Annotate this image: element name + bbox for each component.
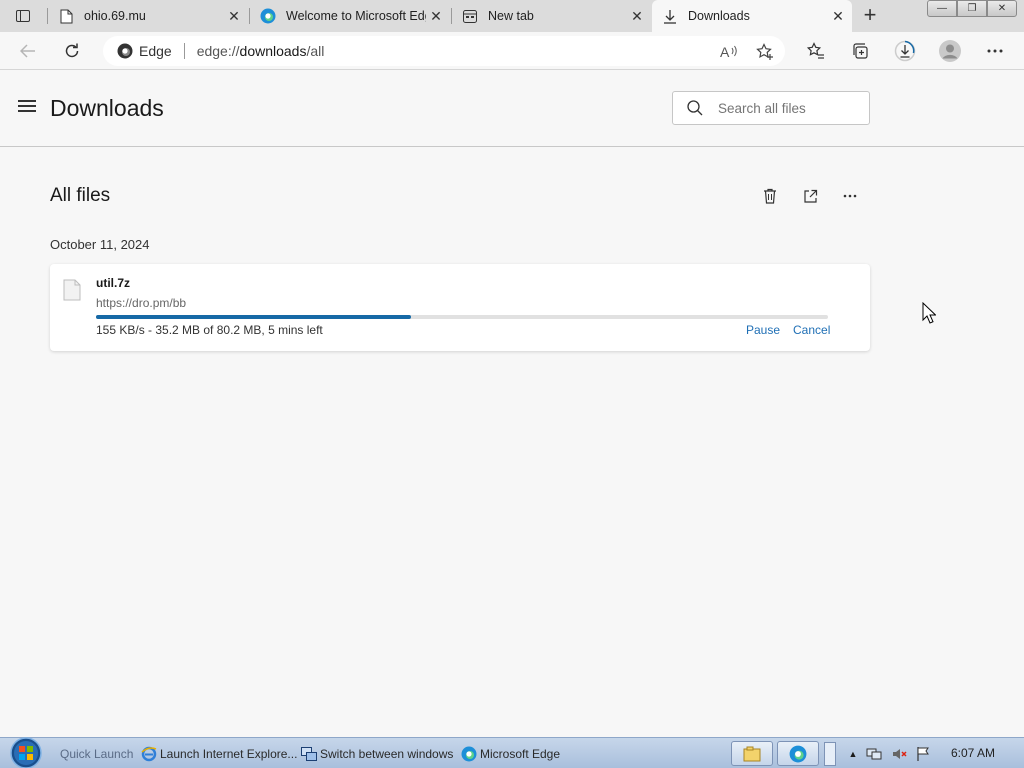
edge-icon <box>461 746 477 762</box>
edge-icon <box>260 8 276 24</box>
collections-button[interactable] <box>846 37 874 65</box>
taskbar-window-edge[interactable] <box>777 741 819 766</box>
minimize-button[interactable]: — <box>927 0 957 17</box>
edge-icon <box>789 745 807 762</box>
downloads-progress-icon <box>894 40 916 62</box>
tab-ohio[interactable]: ohio.69.mu ✕ <box>48 0 248 32</box>
file-name[interactable]: util.7z <box>96 276 130 290</box>
edge-logo-icon <box>117 43 133 59</box>
tab-welcome-edge[interactable]: Welcome to Microsoft Edge ✕ <box>250 0 450 32</box>
close-icon[interactable]: ✕ <box>426 6 446 26</box>
svg-text:A: A <box>720 44 730 60</box>
more-dots-icon <box>987 49 1003 53</box>
tab-downloads[interactable]: Downloads ✕ <box>652 0 852 32</box>
tab-actions-button[interactable] <box>8 6 38 26</box>
system-clock[interactable]: 6:07 AM <box>951 746 995 760</box>
open-downloads-folder-button[interactable] <box>799 185 821 207</box>
new-tab-button[interactable]: + <box>858 4 882 28</box>
trash-icon <box>764 188 776 204</box>
tab-title: ohio.69.mu <box>84 9 146 23</box>
more-options-button[interactable] <box>839 185 861 207</box>
collections-icon <box>853 43 868 59</box>
source-url[interactable]: https://dro.pm/bb <box>96 296 186 310</box>
switch-windows-icon <box>301 746 317 762</box>
downloads-button[interactable] <box>891 37 919 65</box>
date-group-label: October 11, 2024 <box>50 237 150 252</box>
download-progress-bar <box>96 315 828 319</box>
tab-title: Welcome to Microsoft Edge <box>286 9 426 23</box>
address-bar[interactable]: Edge edge://downloads/all A <box>103 36 785 66</box>
action-center-flag-icon[interactable] <box>915 746 931 762</box>
window-controls: — ❐ ✕ <box>927 0 1017 17</box>
taskbar-item-label: Microsoft Edge <box>480 747 561 761</box>
pause-link[interactable]: Pause <box>746 323 780 337</box>
tab-new-tab[interactable]: New tab ✕ <box>452 0 651 32</box>
read-aloud-icon[interactable]: A <box>720 43 738 61</box>
url-path: /all <box>306 43 325 59</box>
search-icon <box>687 100 703 116</box>
tab-actions-icon <box>16 10 30 22</box>
ie-icon <box>141 746 157 762</box>
file-icon <box>63 279 81 301</box>
restore-button[interactable]: ❐ <box>957 0 987 17</box>
show-hidden-icons-icon[interactable]: ▲ <box>845 746 861 762</box>
add-favorite-icon[interactable] <box>756 43 774 61</box>
taskbar-item-edge[interactable]: Microsoft Edge <box>461 745 560 763</box>
tab-title: New tab <box>488 9 534 23</box>
taskbar: Quick Launch Launch Internet Explore... … <box>0 737 1024 768</box>
download-progress-fill <box>96 315 411 319</box>
newtab-icon <box>462 8 478 24</box>
taskbar-item-ie[interactable]: Launch Internet Explore... <box>141 745 297 763</box>
site-identity-chip[interactable]: Edge <box>117 43 172 59</box>
volume-muted-icon[interactable] <box>891 746 907 762</box>
site-label: Edge <box>139 43 172 59</box>
taskbar-window-explorer[interactable] <box>731 741 773 766</box>
mouse-cursor-icon <box>922 302 936 324</box>
refresh-icon <box>65 43 79 58</box>
cancel-link[interactable]: Cancel <box>793 323 830 337</box>
close-window-button[interactable]: ✕ <box>987 0 1017 17</box>
taskbar-item-switch-windows[interactable]: Switch between windows <box>301 745 453 763</box>
search-box[interactable] <box>672 91 870 125</box>
refresh-button[interactable] <box>58 37 86 65</box>
taskbar-scroll-icon[interactable] <box>824 742 836 766</box>
clear-all-button[interactable] <box>759 185 781 207</box>
start-orb-icon[interactable] <box>8 736 44 768</box>
address-divider <box>183 43 185 59</box>
network-icon[interactable] <box>866 746 882 762</box>
page-icon <box>58 8 74 24</box>
browser-toolbar: Edge edge://downloads/all A <box>0 32 1024 70</box>
url-host: downloads <box>239 43 307 59</box>
settings-more-button[interactable] <box>981 37 1009 65</box>
back-button[interactable] <box>14 37 42 65</box>
close-icon[interactable]: ✕ <box>828 6 848 26</box>
profile-avatar-icon <box>939 40 961 62</box>
quick-launch-label: Quick Launch <box>60 747 134 761</box>
tab-strip: ohio.69.mu ✕ Welcome to Microsoft Edge ✕… <box>0 0 1024 32</box>
search-input[interactable] <box>718 100 858 116</box>
downloads-header: Downloads <box>0 71 1024 147</box>
back-arrow-icon <box>20 44 35 58</box>
open-external-icon <box>803 189 817 203</box>
profile-button[interactable] <box>936 37 964 65</box>
tab-title: Downloads <box>688 9 750 23</box>
url-text[interactable]: edge://downloads/all <box>197 43 325 59</box>
close-icon[interactable]: ✕ <box>224 6 244 26</box>
page-title: Downloads <box>50 95 164 121</box>
hamburger-menu-icon[interactable] <box>18 100 36 114</box>
more-dots-icon <box>843 194 857 198</box>
download-icon <box>662 8 678 24</box>
taskbar-item-label: Launch Internet Explore... <box>160 747 298 761</box>
favorites-button[interactable] <box>802 37 830 65</box>
download-status: 155 KB/s - 35.2 MB of 80.2 MB, 5 mins le… <box>96 323 323 337</box>
folder-icon <box>743 746 761 761</box>
section-title: All files <box>50 185 111 206</box>
favorites-icon <box>807 42 824 59</box>
url-prefix: edge:// <box>196 43 240 59</box>
taskbar-item-label: Switch between windows <box>320 747 454 761</box>
close-icon[interactable]: ✕ <box>627 6 647 26</box>
download-item-card[interactable]: util.7z https://dro.pm/bb 155 KB/s - 35.… <box>50 264 870 351</box>
